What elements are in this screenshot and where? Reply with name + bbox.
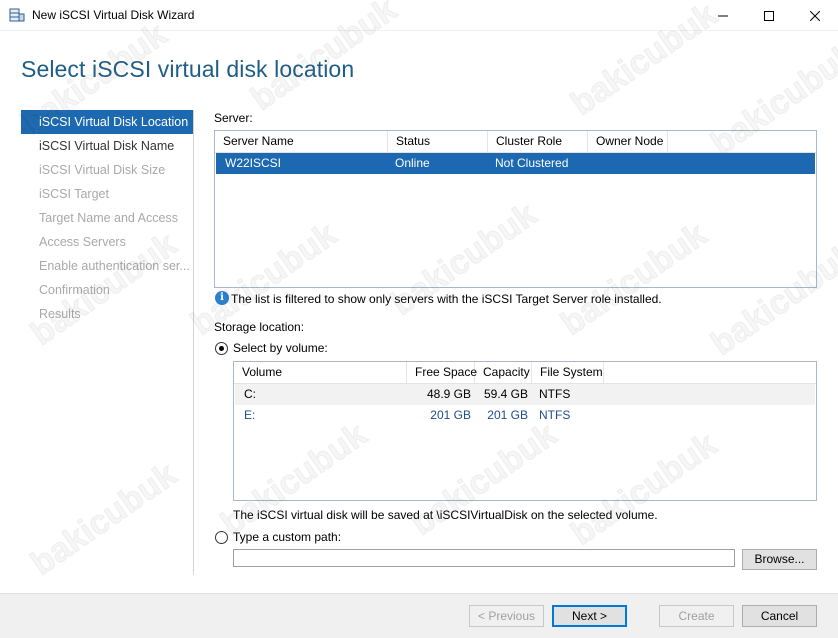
file-system-cell: NTFS xyxy=(539,387,571,401)
table-row[interactable]: C: 48.9 GB 59.4 GB NTFS xyxy=(235,384,815,405)
custom-path-radio[interactable] xyxy=(215,531,228,544)
server-list[interactable]: Server Name Status Cluster Role Owner No… xyxy=(214,130,817,288)
next-button[interactable]: Next > xyxy=(552,605,627,627)
select-by-volume-label[interactable]: Select by volume: xyxy=(233,341,328,355)
info-icon: i xyxy=(215,291,229,305)
column-server-name[interactable]: Server Name xyxy=(215,131,388,153)
nav-item-confirmation: Confirmation xyxy=(39,283,110,297)
capacity-cell: 59.4 GB xyxy=(483,387,528,401)
close-button[interactable] xyxy=(792,0,838,31)
window-title: New iSCSI Virtual Disk Wizard xyxy=(32,8,195,22)
server-icon xyxy=(9,8,25,22)
custom-path-label[interactable]: Type a custom path: xyxy=(233,530,341,544)
previous-button[interactable]: < Previous xyxy=(469,605,544,627)
wizard-nav: iSCSI Virtual Disk Location iSCSI Virtua… xyxy=(21,110,193,326)
storage-location-label: Storage location: xyxy=(214,320,305,334)
column-free-space[interactable]: Free Space xyxy=(407,362,477,384)
title-bar: New iSCSI Virtual Disk Wizard xyxy=(0,0,838,31)
nav-item-target-name: Target Name and Access xyxy=(39,211,178,225)
watermark: bakicubuk xyxy=(24,455,185,584)
column-volume[interactable]: Volume xyxy=(234,362,407,384)
table-row[interactable]: W22ISCSI Online Not Clustered xyxy=(216,153,815,174)
volume-list[interactable]: Volume Free Space Capacity File System C… xyxy=(233,361,817,501)
browse-button[interactable]: Browse... xyxy=(742,549,817,570)
save-location-note: The iSCSI virtual disk will be saved at … xyxy=(233,508,658,522)
nav-item-results: Results xyxy=(39,307,81,321)
server-label: Server: xyxy=(214,111,253,125)
column-capacity[interactable]: Capacity xyxy=(475,362,532,384)
nav-item-access-servers: Access Servers xyxy=(39,235,126,249)
nav-item-disk-size: iSCSI Virtual Disk Size xyxy=(39,163,166,177)
minimize-icon xyxy=(718,15,728,16)
nav-item-disk-location[interactable]: iSCSI Virtual Disk Location xyxy=(21,110,193,134)
nav-item-disk-name[interactable]: iSCSI Virtual Disk Name xyxy=(21,134,193,158)
page-title: Select iSCSI virtual disk location xyxy=(21,56,355,82)
server-cluster-role-cell: Not Clustered xyxy=(495,156,569,170)
column-owner-node[interactable]: Owner Node xyxy=(588,131,668,153)
select-by-volume-radio[interactable] xyxy=(215,342,228,355)
nav-item-iscsi-target: iSCSI Target xyxy=(39,187,109,201)
cancel-button[interactable]: Cancel xyxy=(742,605,817,627)
free-space-cell: 48.9 GB xyxy=(426,387,471,401)
filter-info-text: The list is filtered to show only server… xyxy=(231,292,662,306)
minimize-button[interactable] xyxy=(700,0,746,31)
close-icon xyxy=(810,10,820,21)
table-row[interactable]: E: 201 GB 201 GB NTFS xyxy=(235,405,815,426)
server-name-cell: W22ISCSI xyxy=(225,156,282,170)
column-cluster-role[interactable]: Cluster Role xyxy=(488,131,588,153)
capacity-cell: 201 GB xyxy=(487,408,528,422)
server-list-header: Server Name Status Cluster Role Owner No… xyxy=(215,131,816,153)
nav-divider xyxy=(193,110,194,575)
free-space-cell: 201 GB xyxy=(430,408,471,422)
volume-list-header: Volume Free Space Capacity File System xyxy=(234,362,816,384)
create-button[interactable]: Create xyxy=(659,605,734,627)
nav-item-authentication: Enable authentication ser... xyxy=(39,259,190,273)
column-file-system[interactable]: File System xyxy=(532,362,604,384)
server-status-cell: Online xyxy=(395,156,430,170)
volume-cell: C: xyxy=(244,387,256,401)
maximize-icon xyxy=(764,10,774,21)
custom-path-input[interactable] xyxy=(233,549,735,567)
maximize-button[interactable] xyxy=(746,0,792,31)
volume-cell: E: xyxy=(244,408,256,422)
file-system-cell: NTFS xyxy=(539,408,571,422)
column-status[interactable]: Status xyxy=(388,131,488,153)
